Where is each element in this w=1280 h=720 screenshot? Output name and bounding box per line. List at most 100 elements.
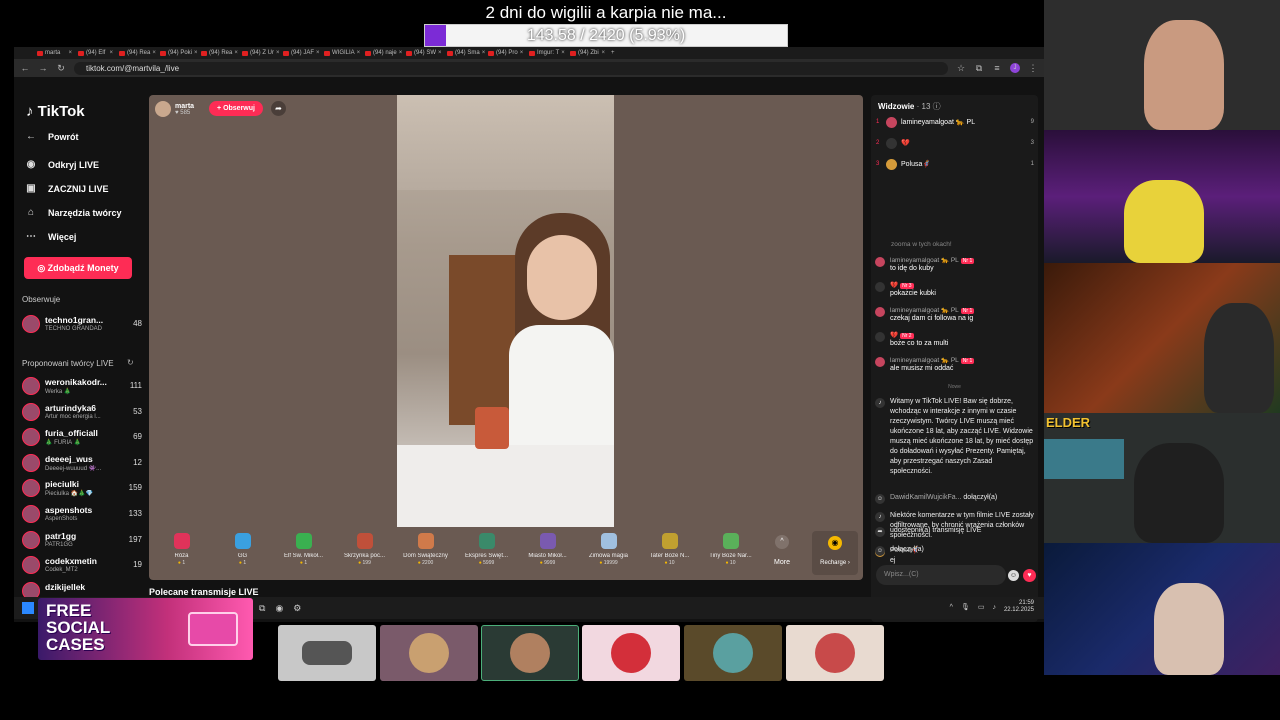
windows-start-icon[interactable] xyxy=(22,602,34,614)
taskview-icon[interactable]: ⧉ xyxy=(259,603,265,614)
close-icon[interactable]: × xyxy=(357,50,361,56)
top-viewer-row[interactable]: 1 lamineyamalgoat 🐆 PL 9 xyxy=(876,115,1034,129)
chat-avatar[interactable] xyxy=(875,307,885,317)
gift-item[interactable]: Dom Świąteczny ● 2200 xyxy=(395,527,456,578)
emoji-icon[interactable]: ☺ xyxy=(1008,570,1019,581)
sidebar-item-1[interactable]: ◉ Odkryj LIVE xyxy=(24,159,99,170)
creator-row[interactable]: aspenshots AspenShots 133 xyxy=(22,503,142,527)
more-gifts-button[interactable]: ^ More xyxy=(769,533,795,566)
creator-row[interactable]: pieciulki Pieciulka 🏠🎄💎 159 xyxy=(22,477,142,501)
browser-tab[interactable]: (94) Rea × xyxy=(116,47,157,59)
profile-avatar[interactable]: J xyxy=(1010,63,1020,73)
close-icon[interactable]: × xyxy=(68,50,72,56)
creator-row[interactable]: furia_officiall 🎄 FURIA 🎄 69 xyxy=(22,426,142,450)
bookmark-star-icon[interactable]: ☆ xyxy=(956,63,966,74)
creator-row[interactable]: deeeej_wus Deeeej-wuuuud 👾... 12 xyxy=(22,452,142,476)
clock[interactable]: 21:59 22.12.2025 xyxy=(1004,600,1034,614)
browser-tab[interactable]: (94) naje × xyxy=(362,47,403,59)
close-icon[interactable]: × xyxy=(276,50,280,56)
streamer-avatar[interactable] xyxy=(155,101,171,117)
menu-dots-icon[interactable]: ⋮ xyxy=(1028,63,1038,74)
heart-icon[interactable]: ♥ xyxy=(1023,569,1036,582)
mic-icon[interactable]: 🎙 xyxy=(961,603,970,611)
refresh-icon[interactable]: ↻ xyxy=(127,358,134,367)
close-icon[interactable]: × xyxy=(520,50,524,56)
viewers-header[interactable]: Widzowie · 13 ⓘ xyxy=(878,101,941,112)
media-icon[interactable]: ≡ xyxy=(992,63,1002,73)
top-viewer-row[interactable]: 3 Polusa🦸 1 xyxy=(876,157,1034,171)
browser-tab[interactable]: (94) Pro × xyxy=(485,47,526,59)
share-icon[interactable]: ➦ xyxy=(271,101,286,116)
recharge-button[interactable]: ◉ Recharge › xyxy=(812,531,858,575)
close-icon[interactable]: × xyxy=(316,50,320,56)
chat-username[interactable]: 💔 Nr 3 xyxy=(890,281,914,289)
reload-icon[interactable]: ↻ xyxy=(56,63,66,74)
chat-avatar[interactable] xyxy=(875,332,885,342)
browser-tab[interactable]: (94) Sma × xyxy=(444,47,485,59)
gift-item[interactable]: Elf Św. Mikoł... ● 1 xyxy=(273,527,334,578)
streamer-name[interactable]: marta xyxy=(175,103,194,110)
joined-user[interactable]: DawidKamilWujcikFa... xyxy=(890,494,961,501)
gift-item[interactable]: Miasto Mikoł... ● 9999 xyxy=(517,527,578,578)
gift-item[interactable]: Zimowa magia ● 19999 xyxy=(578,527,639,578)
extensions-icon[interactable]: ⧉ xyxy=(974,63,984,74)
url-field[interactable]: tiktok.com/@martvila_/live xyxy=(74,61,948,75)
close-icon[interactable]: × xyxy=(399,50,403,56)
chat-avatar[interactable] xyxy=(875,357,885,367)
chat-avatar[interactable] xyxy=(875,257,885,267)
creator-row[interactable]: weronikakodr... Werka 🎄 111 xyxy=(22,375,142,399)
creator-row[interactable]: patr1gg PATR1GG 197 xyxy=(22,529,142,553)
browser-tab[interactable]: (94) Zbi × xyxy=(567,47,608,59)
new-tab-icon[interactable]: + xyxy=(608,47,649,59)
live-player[interactable]: marta ♥ 585 + Obserwuj ➦ Róża ● 1 GG ● 1 Elf… xyxy=(149,95,863,580)
gift-item[interactable]: Tiny Boże Nar... ● 10 xyxy=(700,527,761,578)
creator-row[interactable]: arturindyka6 Artur moc energia l... 53 xyxy=(22,401,142,425)
back-icon[interactable]: ← xyxy=(20,63,30,73)
chat-username[interactable]: lamineyamalgoat 🐆 PL Nr 1 xyxy=(890,356,975,364)
sidebar-item-2[interactable]: ▣ ZACZNIJ LIVE xyxy=(24,183,108,194)
get-coins-button[interactable]: ◎ Zdobądź Monety xyxy=(24,257,132,279)
top-viewer-row[interactable]: 2 💔 3 xyxy=(876,136,1034,150)
creator-row[interactable]: techno1gran... TECHNO GRANDAD 48 xyxy=(22,313,142,337)
volume-icon[interactable]: ♪ xyxy=(992,604,996,611)
browser-tab[interactable]: Imgur: T × xyxy=(526,47,567,59)
streamer-info[interactable]: marta ♥ 585 xyxy=(155,99,194,119)
gift-item[interactable]: Róża ● 1 xyxy=(151,527,212,578)
steam-icon[interactable]: ⚙ xyxy=(293,603,301,614)
gift-item[interactable]: Skrzynka poc... ● 199 xyxy=(334,527,395,578)
chat-input[interactable]: Wpisz...(C) xyxy=(876,565,1006,585)
close-icon[interactable]: × xyxy=(109,50,113,56)
browser-tab[interactable]: (94) SW × xyxy=(403,47,444,59)
tray-chevron-icon[interactable]: ^ xyxy=(950,604,953,611)
info-icon[interactable]: ⓘ xyxy=(933,102,941,111)
close-icon[interactable]: × xyxy=(438,50,442,56)
close-icon[interactable]: × xyxy=(601,50,605,56)
close-icon[interactable]: × xyxy=(561,50,565,56)
browser-tab[interactable]: marta × xyxy=(34,47,75,59)
forward-icon[interactable]: → xyxy=(38,63,48,73)
sidebar-item-3[interactable]: ⌂ Narzędzia twórcy xyxy=(24,207,122,218)
gift-item[interactable]: GG ● 1 xyxy=(212,527,273,578)
close-icon[interactable]: × xyxy=(152,50,156,56)
chat-avatar[interactable] xyxy=(875,282,885,292)
close-icon[interactable]: × xyxy=(234,50,238,56)
sidebar-item-0[interactable]: ← Powrót xyxy=(24,131,79,142)
close-icon[interactable]: × xyxy=(194,50,198,56)
network-icon[interactable]: ▭ xyxy=(978,603,985,611)
tiktok-logo[interactable]: ♪ TikTok xyxy=(26,103,85,120)
chrome-icon[interactable]: ◉ xyxy=(275,603,283,614)
follow-button[interactable]: + Obserwuj xyxy=(209,101,263,116)
gift-item[interactable]: Tater Boże N... ● 10 xyxy=(639,527,700,578)
creator-row[interactable]: codekxmetin Codek_MT2 19 xyxy=(22,554,142,578)
live-video[interactable] xyxy=(397,95,614,527)
browser-tab[interactable]: (94) Rea × xyxy=(198,47,239,59)
browser-tab[interactable]: WIGILIA × xyxy=(321,47,362,59)
gift-item[interactable]: Ekspres Święt... ● 5999 xyxy=(456,527,517,578)
chat-username[interactable]: lamineyamalgoat 🐆 PL Nr 1 xyxy=(890,306,975,314)
browser-tab[interactable]: (94) Poki × xyxy=(157,47,198,59)
browser-tab[interactable]: (94) Elf × xyxy=(75,47,116,59)
chat-username[interactable]: lamineyamalgoat 🐆 PL Nr 1 xyxy=(890,256,975,264)
sidebar-item-4[interactable]: ⋯ Więcej xyxy=(24,231,76,242)
browser-tab[interactable]: (94) Z Ur × xyxy=(239,47,280,59)
browser-tab[interactable]: (94) JAF × xyxy=(280,47,321,59)
